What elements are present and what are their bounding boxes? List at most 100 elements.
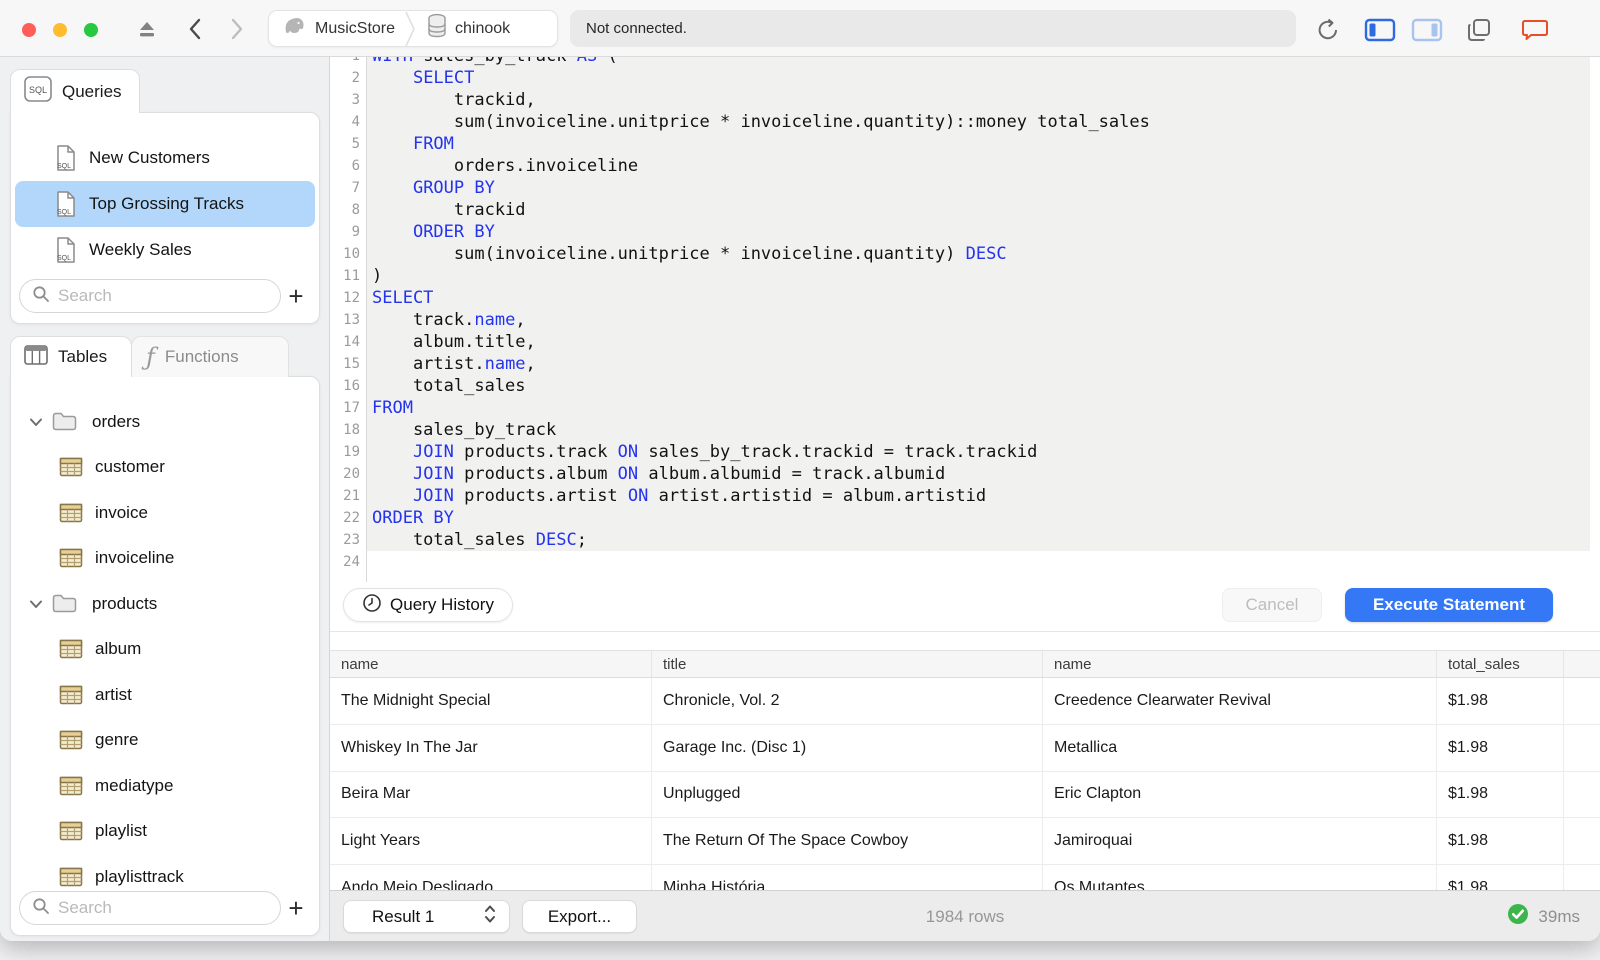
chevron-down-icon[interactable] <box>29 599 43 609</box>
table-item[interactable]: album <box>11 627 319 673</box>
table-cell[interactable]: Eric Clapton <box>1043 771 1437 818</box>
line-number: 12 <box>343 290 360 306</box>
table-cell[interactable] <box>1564 818 1600 864</box>
add-query-button[interactable]: + <box>281 281 311 311</box>
chevron-down-icon[interactable] <box>29 417 43 427</box>
queries-search[interactable] <box>19 279 281 313</box>
table-row[interactable]: Light Years The Return Of The Space Cowbo… <box>330 818 1600 866</box>
column-header[interactable]: title <box>652 651 1043 677</box>
refresh-icon[interactable] <box>1315 17 1341 48</box>
table-name: artist <box>95 684 132 704</box>
titlebar: MusicStore chinook Not connected. <box>0 0 1600 57</box>
chat-icon[interactable] <box>1521 17 1549 48</box>
table-cell[interactable]: The Midnight Special <box>330 678 652 724</box>
tab-queries[interactable]: SQL Queries <box>10 69 140 113</box>
column-header[interactable]: name <box>1043 651 1437 677</box>
code-line: trackid, <box>372 90 536 110</box>
table-cell[interactable]: Beira Mar <box>330 771 652 818</box>
column-header[interactable]: total_sales <box>1437 651 1564 677</box>
code-line: ORDER BY <box>412 222 495 242</box>
breadcrumb-database[interactable]: chinook <box>415 13 520 44</box>
table-item[interactable]: customer <box>11 445 319 491</box>
sql-editor[interactable]: 123456789101112131415161718192021222324 … <box>330 57 1600 632</box>
back-icon[interactable] <box>188 18 202 45</box>
table-cell[interactable]: Creedence Clearwater Revival <box>1043 678 1437 724</box>
table-cell[interactable]: Whiskey In The Jar <box>330 724 652 771</box>
table-cell[interactable] <box>1564 865 1600 890</box>
sql-badge-icon: SQL <box>23 75 53 108</box>
breadcrumb: MusicStore chinook <box>268 10 558 47</box>
toggle-left-sidebar-icon[interactable] <box>1364 17 1396 48</box>
table-item[interactable]: invoice <box>11 490 319 536</box>
code-lines[interactable]: WITH sales_by_track AS ( SELECT trackid,… <box>372 57 1150 573</box>
table-cell[interactable]: The Return Of The Space Cowboy <box>652 818 1043 865</box>
forward-icon[interactable] <box>230 18 244 45</box>
table-cell[interactable]: Light Years <box>330 818 652 865</box>
connection-status: Not connected. <box>570 10 1296 47</box>
schema-folder[interactable]: products <box>11 581 319 627</box>
sql-file-icon: SQL <box>55 190 79 218</box>
column-header[interactable]: name <box>330 651 652 677</box>
table-row[interactable]: Whiskey In The Jar Garage Inc. (Disc 1) Me… <box>330 724 1600 772</box>
table-cell[interactable]: $1.98 <box>1437 678 1564 724</box>
table-item[interactable]: playlist <box>11 809 319 855</box>
table-cell[interactable] <box>1564 772 1600 818</box>
table-cell[interactable]: Chronicle, Vol. 2 <box>652 678 1043 724</box>
add-table-button[interactable]: + <box>281 893 311 923</box>
table-item[interactable]: invoiceline <box>11 536 319 582</box>
column-header[interactable] <box>1564 651 1600 677</box>
toggle-right-sidebar-icon[interactable] <box>1411 17 1443 48</box>
export-button[interactable]: Export... <box>522 900 637 933</box>
table-cell[interactable] <box>1564 678 1600 724</box>
table-icon <box>59 730 83 750</box>
table-cell[interactable]: Os Mutantes <box>1043 865 1437 890</box>
query-list-item[interactable]: SQL Weekly Sales <box>15 227 315 273</box>
table-icon <box>59 685 83 705</box>
results-body[interactable]: The Midnight Special Chronicle, Vol. 2 Cre… <box>330 678 1600 890</box>
table-row[interactable]: The Midnight Special Chronicle, Vol. 2 Cre… <box>330 678 1600 725</box>
table-cell[interactable]: $1.98 <box>1437 865 1564 890</box>
table-cell[interactable]: $1.98 <box>1437 818 1564 865</box>
eject-icon[interactable] <box>135 17 159 46</box>
queries-tab-label: Queries <box>62 81 122 101</box>
result-selector[interactable]: Result 1 <box>343 900 510 933</box>
svg-text:SQL: SQL <box>57 255 71 262</box>
close-window-button[interactable] <box>22 23 36 37</box>
table-item[interactable]: artist <box>11 672 319 718</box>
table-cell[interactable]: Garage Inc. (Disc 1) <box>652 724 1043 771</box>
query-list-item[interactable]: SQL New Customers <box>15 135 315 181</box>
table-icon <box>59 548 83 568</box>
tab-functions[interactable]: ƒ Functions <box>131 336 289 377</box>
table-item[interactable]: genre <box>11 718 319 764</box>
tables-search-input[interactable] <box>58 898 257 918</box>
svg-text:SQL: SQL <box>57 163 71 170</box>
queries-search-input[interactable] <box>58 286 257 306</box>
sql-file-icon: SQL <box>55 144 79 172</box>
table-cell[interactable]: $1.98 <box>1437 724 1564 771</box>
execute-statement-button[interactable]: Execute Statement <box>1345 588 1553 622</box>
line-number: 20 <box>343 466 360 482</box>
breadcrumb-connection[interactable]: MusicStore <box>269 13 405 44</box>
cancel-button[interactable]: Cancel <box>1222 588 1322 622</box>
line-number: 2 <box>351 70 360 86</box>
query-list-item[interactable]: SQL Top Grossing Tracks <box>15 181 315 227</box>
table-cell[interactable]: Jamiroquai <box>1043 818 1437 865</box>
table-cell[interactable]: Unplugged <box>652 771 1043 818</box>
windows-icon[interactable] <box>1466 17 1492 48</box>
table-cell[interactable]: Metallica <box>1043 724 1437 771</box>
minimize-window-button[interactable] <box>53 23 67 37</box>
breadcrumb-separator-icon <box>405 11 415 47</box>
table-cell[interactable]: Minha História <box>652 865 1043 890</box>
table-item[interactable]: mediatype <box>11 763 319 809</box>
zoom-window-button[interactable] <box>84 23 98 37</box>
table-cell[interactable]: $1.98 <box>1437 771 1564 818</box>
tab-tables[interactable]: Tables <box>10 336 132 377</box>
tables-search[interactable] <box>19 891 281 925</box>
schema-tree: orders customer invoice invoiceline products… <box>11 399 319 900</box>
table-cell[interactable] <box>1564 725 1600 771</box>
table-row[interactable]: Beira Mar Unplugged Eric Clapton $1.98 <box>330 771 1600 819</box>
schema-folder[interactable]: orders <box>11 399 319 445</box>
table-cell[interactable]: Ando Meio Desligado <box>330 865 652 890</box>
query-history-button[interactable]: Query History <box>343 588 513 622</box>
table-row[interactable]: Ando Meio Desligado Minha História Os Muta… <box>330 865 1600 890</box>
